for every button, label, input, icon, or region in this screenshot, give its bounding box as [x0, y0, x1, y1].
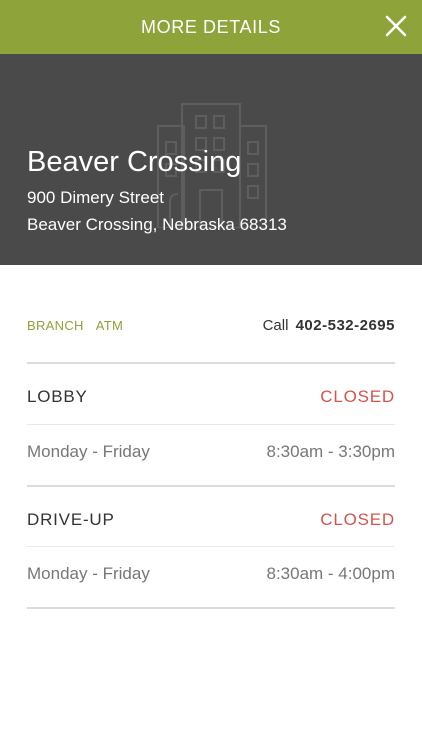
divider: [27, 546, 395, 547]
driveup-days: Monday - Friday: [27, 564, 150, 583]
lobby-title: LOBBY: [27, 387, 88, 406]
tag-atm: ATM: [95, 317, 124, 333]
tag-branch: BRANCH: [27, 317, 84, 333]
location-hero: Beaver Crossing 900 Dimery Street Beaver…: [0, 54, 422, 265]
driveup-hours-row: Monday - Friday 8:30am - 4:00pm: [27, 562, 395, 586]
driveup-header: DRIVE-UP CLOSED: [27, 508, 395, 532]
lobby-days: Monday - Friday: [27, 442, 150, 461]
divider: [27, 424, 395, 425]
call-link[interactable]: Call 402-532-2695: [263, 317, 395, 334]
lobby-status-badge: CLOSED: [320, 387, 395, 406]
divider: [27, 607, 395, 609]
page-title: MORE DETAILS: [141, 16, 281, 37]
branch-name: Beaver Crossing: [27, 146, 242, 178]
divider: [27, 485, 395, 487]
divider: [27, 362, 395, 364]
driveup-status-badge: CLOSED: [320, 510, 395, 529]
phone-number: 402-532-2695: [295, 316, 395, 334]
lobby-header: LOBBY CLOSED: [27, 385, 395, 409]
close-icon: [385, 15, 407, 37]
call-label: Call: [262, 316, 289, 334]
lobby-hours: 8:30am - 3:30pm: [266, 442, 395, 461]
address-street: 900 Dimery Street: [27, 188, 164, 207]
top-bar: MORE DETAILS: [0, 0, 422, 54]
lobby-hours-row: Monday - Friday 8:30am - 3:30pm: [27, 440, 395, 464]
driveup-hours: 8:30am - 4:00pm: [266, 564, 395, 583]
close-button[interactable]: [384, 14, 408, 38]
info-row: BRANCH ATM Call 402-532-2695: [27, 313, 395, 337]
driveup-title: DRIVE-UP: [27, 510, 115, 529]
address-city: Beaver Crossing, Nebraska 68313: [27, 215, 287, 234]
